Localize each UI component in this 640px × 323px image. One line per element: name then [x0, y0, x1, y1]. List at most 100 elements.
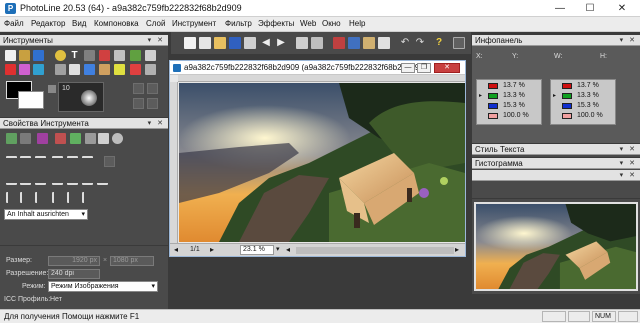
copy-icon[interactable] [348, 37, 360, 49]
save-icon[interactable] [229, 37, 241, 49]
menu-file[interactable]: Файл [4, 19, 24, 28]
panel-controls-icon[interactable]: ▾ ✕ [148, 118, 165, 128]
zoom-dropdown-icon[interactable]: ▾ [276, 245, 280, 253]
brush-tool-icon[interactable] [69, 64, 80, 75]
new-document-icon[interactable] [184, 37, 196, 49]
mode-intersect-icon[interactable] [55, 133, 66, 144]
mode-plus-icon[interactable] [37, 133, 48, 144]
redo-icon[interactable]: ↷ [414, 37, 426, 49]
fill-tool-icon[interactable] [84, 64, 95, 75]
tool-option-2-icon[interactable] [147, 83, 158, 94]
doc-close-button[interactable]: ✕ [434, 63, 460, 73]
menu-layout[interactable]: Компоновка [94, 19, 139, 28]
menu-tool[interactable]: Инструмент [172, 19, 216, 28]
select-tool-icon[interactable] [5, 50, 16, 61]
menu-effects[interactable]: Эффекты [258, 19, 294, 28]
paste-new-icon[interactable] [378, 37, 390, 49]
align-right-icon[interactable] [35, 156, 46, 167]
paste-icon[interactable] [363, 37, 375, 49]
background-color-swatch[interactable] [18, 91, 44, 109]
prev-page-icon[interactable]: ◂ [174, 245, 178, 254]
space-4-icon[interactable] [52, 192, 63, 203]
smudge-tool-icon[interactable] [99, 64, 110, 75]
align-top-icon[interactable] [52, 156, 63, 167]
crop-tool-icon[interactable] [84, 50, 95, 61]
mode-new-icon[interactable] [70, 133, 81, 144]
back-arrow-icon[interactable]: ◀ [260, 37, 272, 49]
align-center-h-icon[interactable] [20, 156, 31, 167]
tool-option-1-icon[interactable] [133, 83, 144, 94]
distribute-1-icon[interactable] [6, 174, 17, 185]
align-bottom-icon[interactable] [82, 156, 93, 167]
transform-tool-icon[interactable] [33, 50, 44, 61]
menu-editor[interactable]: Редактор [31, 19, 65, 28]
eraser-tool-icon[interactable] [55, 64, 66, 75]
pointer-icon[interactable] [98, 133, 109, 144]
browser-icon[interactable] [244, 37, 256, 49]
tool-option-3-icon[interactable] [133, 98, 144, 109]
space-6-icon[interactable] [82, 192, 93, 203]
menu-web[interactable]: Web [300, 19, 316, 28]
panel-controls-icon[interactable]: ▾ ✕ [620, 158, 637, 168]
mode-select[interactable]: Режим Изображения ▾ [48, 281, 158, 292]
new-from-clipboard-icon[interactable] [199, 37, 211, 49]
distribute-6-icon[interactable] [82, 174, 93, 185]
lasso-tool-icon[interactable] [19, 50, 30, 61]
width-field[interactable]: 1920 px [48, 256, 100, 266]
panel-controls-icon[interactable]: ▾ ✕ [148, 35, 165, 45]
menu-layer[interactable]: Слой [146, 19, 165, 28]
magic-wand-icon[interactable] [5, 64, 16, 75]
hand-tool-icon[interactable] [145, 64, 156, 75]
menu-view[interactable]: Вид [72, 19, 86, 28]
panel-controls-icon[interactable]: ▾ ✕ [620, 171, 637, 179]
cut-icon[interactable] [333, 37, 345, 49]
doc-restore-button[interactable]: ❐ [417, 63, 431, 73]
space-1-icon[interactable] [6, 192, 17, 203]
menu-filter[interactable]: Фильтр [225, 19, 252, 28]
clone-tool-icon[interactable] [114, 50, 125, 61]
mode-add-icon[interactable] [6, 133, 17, 144]
settings-gear-icon[interactable] [112, 133, 123, 144]
text-tool-icon[interactable]: T [69, 50, 80, 61]
shape-tool-icon[interactable] [130, 50, 141, 61]
scroll-left-icon[interactable]: ◂ [286, 245, 290, 254]
star-tool-icon[interactable] [19, 64, 30, 75]
pen-tool-icon[interactable] [99, 50, 110, 61]
align-middle-icon[interactable] [67, 156, 78, 167]
menu-window[interactable]: Окно [322, 19, 341, 28]
scroll-right-icon[interactable]: ▸ [455, 245, 459, 254]
panel-controls-icon[interactable]: ▾ ✕ [620, 35, 637, 45]
brush-preview[interactable]: 10 [58, 82, 104, 112]
forward-arrow-icon[interactable]: ▶ [275, 37, 287, 49]
distribute-7-icon[interactable] [97, 174, 108, 185]
horizontal-scrollbar[interactable] [296, 247, 454, 254]
panel-controls-icon[interactable]: ▾ ✕ [620, 144, 637, 154]
navigator-preview[interactable] [474, 202, 638, 291]
height-field[interactable]: 1080 px [110, 256, 154, 266]
distribute-3-icon[interactable] [35, 174, 46, 185]
dodge-tool-icon[interactable] [114, 64, 125, 75]
doc-minimize-button[interactable]: — [401, 63, 415, 73]
open-folder-icon[interactable] [214, 37, 226, 49]
fullscreen-icon[interactable] [453, 37, 465, 49]
mode-invert-icon[interactable] [85, 133, 96, 144]
minimize-button[interactable]: — [546, 0, 574, 17]
mode-subtract-icon[interactable] [20, 133, 31, 144]
gradient-tool-icon[interactable] [33, 64, 44, 75]
next-page-icon[interactable]: ▸ [210, 245, 214, 254]
maximize-button[interactable]: ☐ [576, 0, 604, 17]
distribute-5-icon[interactable] [67, 174, 78, 185]
menu-help[interactable]: Help [349, 19, 365, 28]
zoom-tool-icon[interactable] [145, 50, 156, 61]
tool-option-4-icon[interactable] [147, 98, 158, 109]
swap-colors-icon[interactable] [48, 85, 56, 93]
light-tool-icon[interactable] [55, 50, 66, 61]
zoom-field[interactable]: 23.1 % [240, 245, 274, 255]
space-3-icon[interactable] [35, 192, 46, 203]
align-target-select[interactable]: An Inhalt ausrichten ▾ [4, 209, 88, 220]
distribute-4-icon[interactable] [52, 174, 63, 185]
resolution-field[interactable]: 240 dpi [48, 269, 100, 279]
close-button[interactable]: ✕ [608, 0, 636, 17]
redeye-tool-icon[interactable] [130, 64, 141, 75]
help-icon[interactable]: ? [433, 37, 445, 49]
